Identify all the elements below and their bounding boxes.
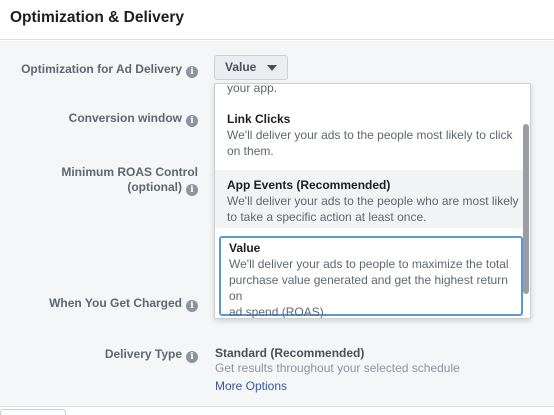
info-icon[interactable]: i <box>186 115 198 127</box>
delivery-type-label: Delivery Type <box>104 347 182 361</box>
dropdown-option-value[interactable]: Value We'll deliver your ads to people t… <box>219 236 523 319</box>
section-title: Optimization & Delivery <box>10 9 184 26</box>
option-description: purchase value generated and get the hig… <box>229 273 508 303</box>
conversion-window-label-row: Conversion window i <box>69 111 198 127</box>
when-charged-label-row: When You Get Charged i <box>49 296 198 312</box>
option-description: your app. <box>227 83 278 95</box>
min-roas-label: Minimum ROAS Control <box>61 165 198 179</box>
min-roas-label-row: Minimum ROAS Control (optional) i <box>61 165 198 196</box>
dropdown-option-link-clicks[interactable]: Link Clicks We'll deliver your ads to th… <box>215 111 524 167</box>
option-description: We'll deliver your ads to the people who… <box>227 194 519 208</box>
option-title: Link Clicks <box>227 112 291 126</box>
section-header: Optimization & Delivery <box>0 0 554 40</box>
option-description: to take a specific action at least once. <box>227 210 427 224</box>
footer-button-edge[interactable] <box>0 409 66 415</box>
dropdown-option-partial[interactable]: your app. <box>215 84 524 100</box>
optimization-label-row: Optimization for Ad Delivery i <box>21 62 198 78</box>
option-description: on them. <box>227 144 274 158</box>
info-icon[interactable]: i <box>186 66 198 78</box>
more-options-link[interactable]: More Options <box>215 379 287 393</box>
info-icon[interactable]: i <box>186 300 198 312</box>
option-description: ad spend (ROAS). <box>229 305 328 319</box>
option-description: We'll deliver your ads to the people mos… <box>227 128 513 142</box>
option-description: We'll deliver your ads to people to maxi… <box>229 257 509 271</box>
delivery-type-label-row: Delivery Type i <box>105 347 198 363</box>
info-icon[interactable]: i <box>186 351 198 363</box>
footer-bar <box>0 406 554 415</box>
optimization-label: Optimization for Ad Delivery <box>21 62 182 76</box>
when-charged-label: When You Get Charged <box>49 296 182 310</box>
option-title: Value <box>229 241 261 255</box>
conversion-window-label: Conversion window <box>68 111 182 125</box>
optimization-select-value: Value <box>225 60 257 74</box>
optimization-dropdown-menu[interactable]: your app. Link Clicks We'll deliver your… <box>214 83 531 319</box>
delivery-type-value: Standard (Recommended) <box>215 346 365 360</box>
info-icon[interactable]: i <box>186 184 198 196</box>
dropdown-option-app-events[interactable]: App Events (Recommended) We'll deliver y… <box>215 170 524 228</box>
caret-down-icon <box>267 65 277 71</box>
optimization-select[interactable]: Value <box>214 55 288 80</box>
min-roas-optional-label: (optional) <box>127 180 182 194</box>
delivery-type-description: Get results throughout your selected sch… <box>215 361 460 375</box>
dropdown-scrollbar-thumb[interactable] <box>523 124 529 294</box>
option-title: App Events (Recommended) <box>227 178 391 192</box>
